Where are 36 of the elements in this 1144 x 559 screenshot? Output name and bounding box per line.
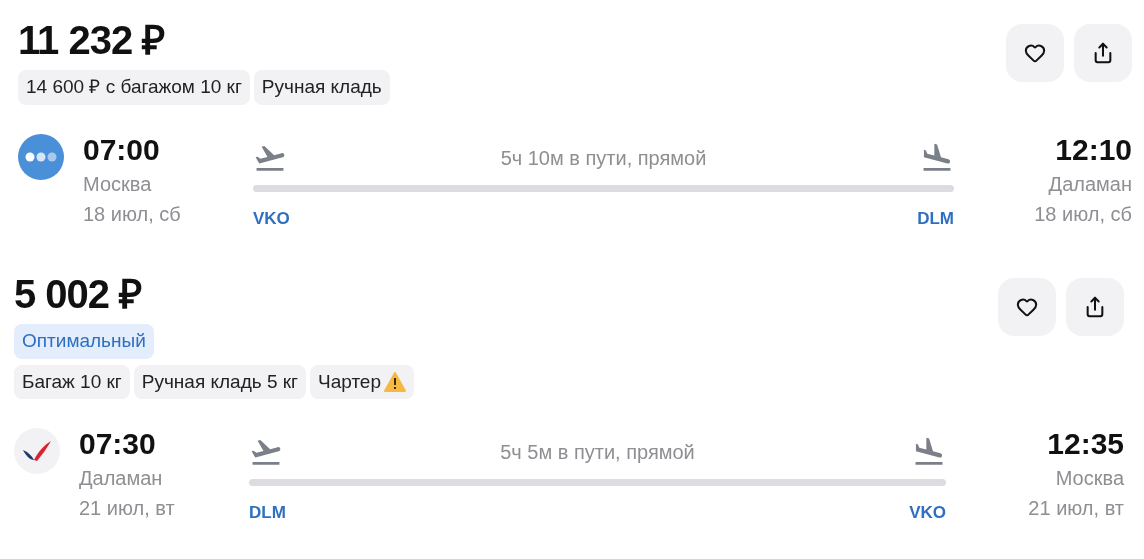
- price: 11 232 ₽: [18, 17, 166, 64]
- flight-duration: 5ч 5м в пути, прямой: [500, 440, 695, 465]
- tag: 14 600 ₽ с багажом 10 кг: [18, 70, 250, 105]
- share-icon: [1084, 296, 1106, 318]
- price: 5 002 ₽: [14, 271, 143, 318]
- heart-icon: [1016, 296, 1038, 318]
- tag: Оптимальный: [14, 324, 154, 359]
- flight-duration: 5ч 10м в пути, прямой: [500, 145, 707, 171]
- tag: Багаж 10 кг: [14, 364, 130, 399]
- favorite-button[interactable]: [1006, 24, 1064, 82]
- departure-city: Москва: [83, 171, 153, 197]
- arrival-city: Даламан: [1048, 171, 1132, 197]
- departure-time: 07:30: [79, 426, 157, 462]
- airline-logo-icon: [18, 133, 64, 180]
- airport-code: VKO: [909, 502, 946, 524]
- airline-logo-icon: [14, 428, 60, 474]
- favorite-button[interactable]: [998, 278, 1056, 336]
- airport-code: DLM: [917, 207, 954, 230]
- arrival-date: 18 июл, сб: [1034, 201, 1132, 227]
- arrival-time: 12:35: [1047, 426, 1124, 462]
- share-button[interactable]: [1074, 24, 1132, 82]
- tag: Чартер: [310, 364, 414, 399]
- departure-time: 07:00: [83, 131, 161, 168]
- airport-code: VKO: [253, 207, 290, 230]
- departure-date: 18 июл, сб: [83, 201, 182, 227]
- departure-date: 21 июл, вт: [79, 496, 176, 521]
- heart-icon: [1024, 42, 1046, 64]
- share-button[interactable]: [1066, 278, 1124, 336]
- departure-city: Даламан: [79, 466, 164, 491]
- arrival-date: 21 июл, вт: [1028, 496, 1124, 521]
- tag: Ручная кладь: [253, 70, 390, 105]
- arrival-time: 12:10: [1055, 131, 1132, 168]
- airport-code: DLM: [249, 502, 286, 524]
- tag: Ручная кладь 5 кг: [133, 364, 306, 399]
- share-icon: [1092, 42, 1114, 64]
- arrival-city: Москва: [1055, 466, 1124, 491]
